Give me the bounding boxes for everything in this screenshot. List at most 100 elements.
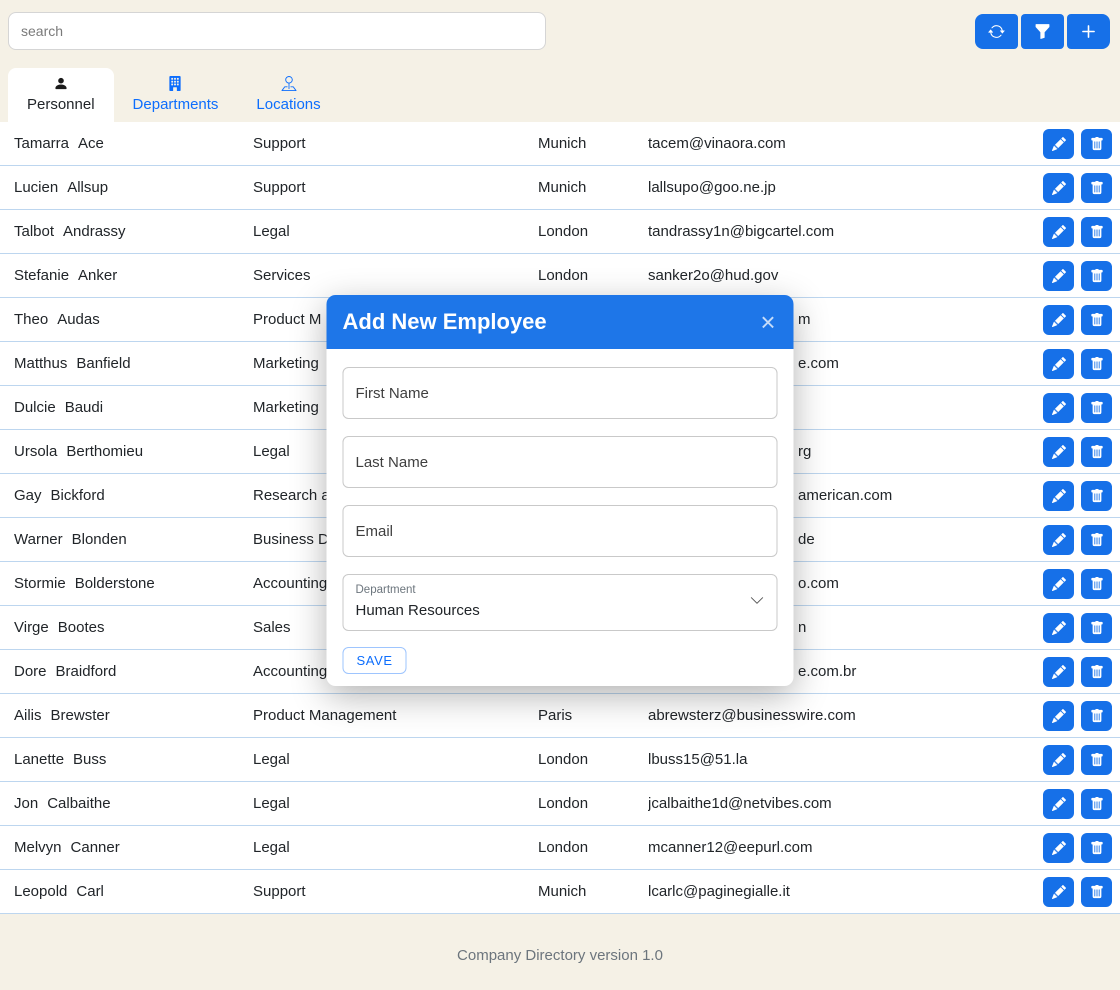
pencil-icon xyxy=(1052,225,1066,239)
delete-button[interactable] xyxy=(1081,129,1112,159)
tab-locations[interactable]: Locations xyxy=(237,68,339,122)
edit-button[interactable] xyxy=(1043,129,1074,159)
pencil-icon xyxy=(1052,137,1066,151)
edit-button[interactable] xyxy=(1043,613,1074,643)
employee-name: Ailis Brewster xyxy=(14,707,253,724)
row-actions xyxy=(1043,393,1112,423)
row-actions xyxy=(1043,833,1112,863)
employee-first-name: Jon xyxy=(14,795,38,812)
delete-button[interactable] xyxy=(1081,393,1112,423)
department-select[interactable]: Department Human Resources xyxy=(343,574,778,631)
delete-button[interactable] xyxy=(1081,789,1112,819)
employee-department: Product Management xyxy=(253,707,538,724)
email-field[interactable] xyxy=(343,505,778,557)
row-actions xyxy=(1043,349,1112,379)
delete-button[interactable] xyxy=(1081,833,1112,863)
edit-button[interactable] xyxy=(1043,437,1074,467)
pencil-icon xyxy=(1052,577,1066,591)
table-row: Melvyn Canner Legal London mcanner12@eep… xyxy=(0,826,1120,870)
delete-button[interactable] xyxy=(1081,657,1112,687)
filter-button[interactable] xyxy=(1021,14,1064,49)
delete-button[interactable] xyxy=(1081,613,1112,643)
delete-button[interactable] xyxy=(1081,217,1112,247)
employee-location: Munich xyxy=(538,179,648,196)
employee-name: Tamarra Ace xyxy=(14,135,253,152)
edit-button[interactable] xyxy=(1043,525,1074,555)
employee-name: Warner Blonden xyxy=(14,531,253,548)
search-input[interactable] xyxy=(8,12,546,50)
employee-first-name: Ailis xyxy=(14,707,42,724)
row-actions xyxy=(1043,745,1112,775)
delete-button[interactable] xyxy=(1081,701,1112,731)
delete-button[interactable] xyxy=(1081,569,1112,599)
close-icon[interactable]: × xyxy=(758,309,777,335)
trash-icon xyxy=(1090,137,1104,151)
edit-button[interactable] xyxy=(1043,657,1074,687)
delete-button[interactable] xyxy=(1081,305,1112,335)
pencil-icon xyxy=(1052,885,1066,899)
delete-button[interactable] xyxy=(1081,261,1112,291)
edit-button[interactable] xyxy=(1043,173,1074,203)
edit-button[interactable] xyxy=(1043,393,1074,423)
employee-name: Stormie Bolderstone xyxy=(14,575,253,592)
tab-personnel[interactable]: Personnel xyxy=(8,68,114,122)
trash-icon xyxy=(1090,621,1104,635)
employee-location: Munich xyxy=(538,135,648,152)
delete-button[interactable] xyxy=(1081,349,1112,379)
employee-last-name: Carl xyxy=(76,883,104,900)
edit-button[interactable] xyxy=(1043,789,1074,819)
delete-button[interactable] xyxy=(1081,745,1112,775)
edit-button[interactable] xyxy=(1043,305,1074,335)
employee-name: Ursola Berthomieu xyxy=(14,443,253,460)
row-actions xyxy=(1043,437,1112,467)
employee-last-name: Berthomieu xyxy=(66,443,143,460)
edit-button[interactable] xyxy=(1043,261,1074,291)
pencil-icon xyxy=(1052,445,1066,459)
last-name-field[interactable] xyxy=(343,436,778,488)
edit-button[interactable] xyxy=(1043,833,1074,863)
trash-icon xyxy=(1090,533,1104,547)
pencil-icon xyxy=(1052,181,1066,195)
add-employee-button[interactable] xyxy=(1067,14,1110,49)
refresh-button[interactable] xyxy=(975,14,1018,49)
employee-email: sanker2o@hud.gov xyxy=(648,267,1043,284)
pencil-icon xyxy=(1052,269,1066,283)
delete-button[interactable] xyxy=(1081,877,1112,907)
employee-first-name: Theo xyxy=(14,311,48,328)
edit-button[interactable] xyxy=(1043,701,1074,731)
employee-email: mcanner12@eepurl.com xyxy=(648,839,1043,856)
trash-icon xyxy=(1090,357,1104,371)
employee-last-name: Bickford xyxy=(51,487,105,504)
trash-icon xyxy=(1090,181,1104,195)
employee-name: Lucien Allsup xyxy=(14,179,253,196)
delete-button[interactable] xyxy=(1081,437,1112,467)
tab-departments[interactable]: Departments xyxy=(114,68,238,122)
employee-department: Support xyxy=(253,179,538,196)
building-icon xyxy=(166,76,184,91)
delete-button[interactable] xyxy=(1081,481,1112,511)
first-name-field[interactable] xyxy=(343,367,778,419)
row-actions xyxy=(1043,789,1112,819)
edit-button[interactable] xyxy=(1043,217,1074,247)
save-button[interactable]: SAVE xyxy=(343,647,407,674)
trash-icon xyxy=(1090,709,1104,723)
employee-first-name: Stormie xyxy=(14,575,66,592)
edit-button[interactable] xyxy=(1043,569,1074,599)
modal-header: Add New Employee × xyxy=(327,295,794,349)
employee-last-name: Anker xyxy=(78,267,117,284)
edit-button[interactable] xyxy=(1043,877,1074,907)
employee-name: Gay Bickford xyxy=(14,487,253,504)
refresh-icon xyxy=(988,23,1005,40)
employee-name: Jon Calbaithe xyxy=(14,795,253,812)
edit-button[interactable] xyxy=(1043,481,1074,511)
plus-icon xyxy=(1080,23,1097,40)
delete-button[interactable] xyxy=(1081,173,1112,203)
delete-button[interactable] xyxy=(1081,525,1112,555)
edit-button[interactable] xyxy=(1043,349,1074,379)
employee-first-name: Leopold xyxy=(14,883,67,900)
employee-email: lallsupo@goo.ne.jp xyxy=(648,179,1043,196)
edit-button[interactable] xyxy=(1043,745,1074,775)
employee-last-name: Bootes xyxy=(58,619,105,636)
employee-first-name: Talbot xyxy=(14,223,54,240)
employee-department: Legal xyxy=(253,223,538,240)
